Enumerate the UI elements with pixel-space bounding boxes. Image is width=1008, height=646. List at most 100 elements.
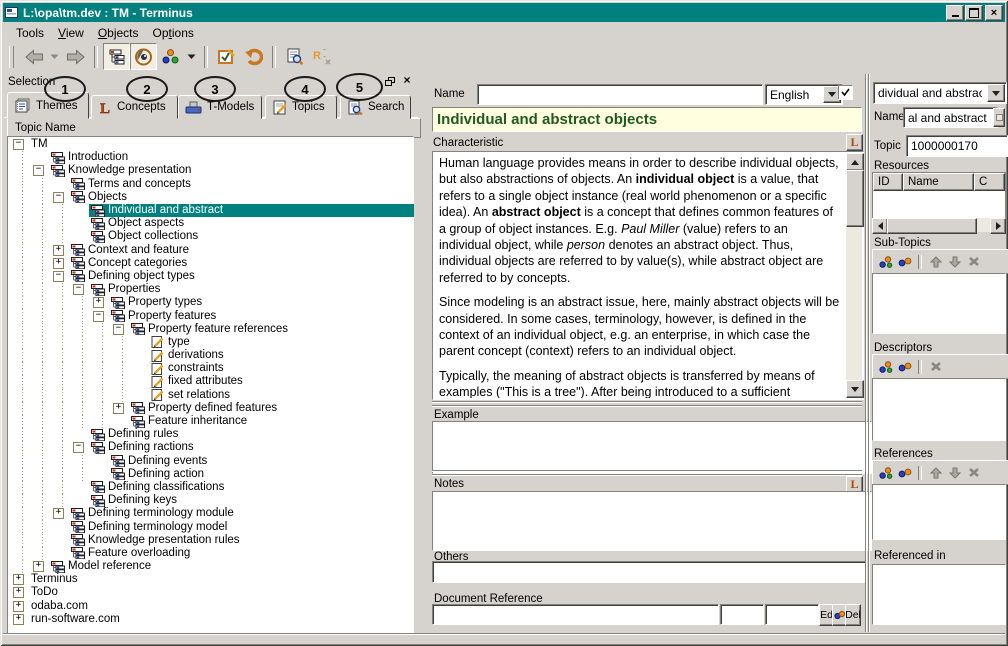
expand-icon[interactable]: + <box>53 244 64 256</box>
scroll-left-button[interactable] <box>872 218 888 234</box>
tree-expander[interactable]: + <box>53 257 69 270</box>
hscrollbar-thumb[interactable] <box>887 218 977 234</box>
references-list[interactable] <box>872 484 1006 540</box>
characteristic-language-button[interactable]: L <box>846 134 863 151</box>
tree-item-body[interactable]: Property features <box>109 309 414 323</box>
tree-item[interactable]: Terms and concepts <box>7 177 414 191</box>
tree-item-body[interactable]: odaba.com <box>29 600 414 613</box>
delete-button[interactable] <box>928 360 943 374</box>
tree-item-body[interactable]: Knowledge presentation <box>49 164 414 177</box>
scroll-up-button[interactable] <box>846 153 864 171</box>
tree-item[interactable]: − Defining ractions <box>7 441 414 455</box>
eye-view-button[interactable] <box>130 43 157 70</box>
tree-item[interactable]: + odaba.com <box>7 600 414 613</box>
rp-name-input[interactable]: al and abstract <box>903 107 998 128</box>
tree-item-body[interactable]: Object collections <box>89 230 414 243</box>
up-button[interactable] <box>928 255 943 269</box>
tree-item[interactable]: Feature overloading <box>7 546 414 561</box>
down-button[interactable] <box>947 466 962 480</box>
tab-tmodels[interactable]: T-Models <box>178 95 262 119</box>
tree-item-body[interactable]: run-software.com <box>29 613 414 626</box>
tree-expander[interactable]: + <box>93 296 109 309</box>
tree-expander[interactable]: − <box>53 191 69 204</box>
toolbar-grip[interactable] <box>9 45 14 68</box>
resources-hscrollbar[interactable] <box>872 218 1006 234</box>
tree-item[interactable]: + Property types <box>7 296 414 310</box>
tree-column-header[interactable]: Topic Name <box>7 118 421 138</box>
tree-item-body[interactable]: Defining rules <box>89 428 414 441</box>
tree-item[interactable]: + Concept categories <box>7 256 414 271</box>
tree-item-body[interactable]: Context and feature <box>69 244 414 257</box>
tree-item[interactable]: Object aspects <box>7 217 414 231</box>
tree-item[interactable]: − Properties <box>7 283 414 297</box>
tree-item-body[interactable]: Property defined features <box>129 402 414 415</box>
tree-item-body[interactable]: ToDo <box>29 586 414 599</box>
title-bar[interactable]: L:\opa\tm.dev : TM - Terminus × <box>3 3 1005 22</box>
tree-item[interactable]: − Property features <box>7 309 414 323</box>
scrollbar-thumb[interactable] <box>846 170 864 227</box>
tree-item[interactable]: − Property feature references <box>7 322 414 337</box>
tree-item-body[interactable]: Property types <box>109 296 414 309</box>
tree-item[interactable]: + ToDo <box>7 586 414 599</box>
tree-view-button[interactable] <box>103 43 130 70</box>
tree-expander[interactable]: + <box>53 507 69 520</box>
tree-item[interactable]: + run-software.com <box>7 613 414 626</box>
tree-item-body[interactable]: Defining terminology model <box>69 520 414 534</box>
scroll-down-button[interactable] <box>846 380 864 398</box>
tree-item-body[interactable]: derivations <box>149 349 414 362</box>
collapse-icon[interactable]: − <box>33 165 44 177</box>
tree-item-body[interactable]: set relations <box>149 389 414 402</box>
tree-item[interactable]: set relations <box>7 388 414 402</box>
rp-topic-input[interactable]: 1000000170 <box>906 135 1008 157</box>
tree-item-body[interactable]: Defining classifications <box>89 481 414 494</box>
scroll-right-button[interactable] <box>990 218 1006 234</box>
others-input[interactable] <box>432 561 867 583</box>
tree-item[interactable]: + Model reference <box>7 560 414 574</box>
minimize-button[interactable] <box>946 4 964 21</box>
tree-item[interactable]: Individual and abstract <box>7 203 414 218</box>
language-checkbox[interactable] <box>838 85 853 100</box>
tree-item-body[interactable]: Object aspects <box>89 217 414 230</box>
objects-dots-button[interactable] <box>157 43 184 70</box>
menu-tools[interactable]: Tools <box>11 24 53 42</box>
tree-expander[interactable]: − <box>33 164 49 177</box>
tree-item-body[interactable]: Property feature references <box>129 323 414 336</box>
tree-item[interactable]: derivations <box>7 349 414 363</box>
collapse-icon[interactable]: − <box>13 139 24 151</box>
tree-item-body[interactable]: Terms and concepts <box>69 178 414 191</box>
tree-item[interactable]: Defining classifications <box>7 480 414 495</box>
tree-item-body[interactable]: Feature inheritance <box>129 415 414 428</box>
tree-expander[interactable]: + <box>113 402 129 415</box>
characteristic-text[interactable]: Human language provides means in order t… <box>435 153 845 398</box>
tree-item[interactable]: Defining keys <box>7 494 414 508</box>
tree-expander[interactable]: + <box>13 573 29 586</box>
tree-item-body[interactable]: Defining object types <box>69 270 414 283</box>
tree-item-selected[interactable]: Individual and abstract <box>89 203 414 218</box>
tab-themes[interactable]: Themes <box>7 92 89 119</box>
tab-topics[interactable]: Topics <box>265 95 337 119</box>
tree-item[interactable]: − TM <box>7 138 414 151</box>
tree-item[interactable]: type <box>7 335 414 350</box>
rename-button[interactable]: R <box>308 43 335 70</box>
document-reference-pos-input[interactable] <box>765 604 819 625</box>
up-button[interactable] <box>928 466 943 480</box>
tree-item[interactable]: fixed attributes <box>7 375 414 389</box>
tree-item-body[interactable]: constraints <box>149 362 414 375</box>
docref-delete-button[interactable]: Del <box>845 604 861 626</box>
tree-item-body[interactable]: Introduction <box>49 151 414 164</box>
characteristic-scrollbar[interactable] <box>846 153 864 398</box>
forward-button[interactable] <box>62 43 89 70</box>
collapse-icon[interactable]: − <box>73 284 84 296</box>
tree-item[interactable]: + Property defined features <box>7 401 414 416</box>
tree-item[interactable]: Introduction <box>7 151 414 165</box>
collapse-icon[interactable]: − <box>53 270 64 282</box>
expand-icon[interactable]: + <box>53 508 64 520</box>
tree-item[interactable]: Object collections <box>7 230 414 244</box>
report-search-button[interactable] <box>281 43 308 70</box>
tree-expander[interactable]: + <box>33 560 49 573</box>
notes-input[interactable] <box>432 491 872 551</box>
tree-item-body[interactable]: fixed attributes <box>149 375 414 388</box>
tree-expander[interactable]: + <box>53 244 69 257</box>
delete-button[interactable] <box>966 466 981 480</box>
tab-search[interactable]: Search <box>340 95 411 119</box>
